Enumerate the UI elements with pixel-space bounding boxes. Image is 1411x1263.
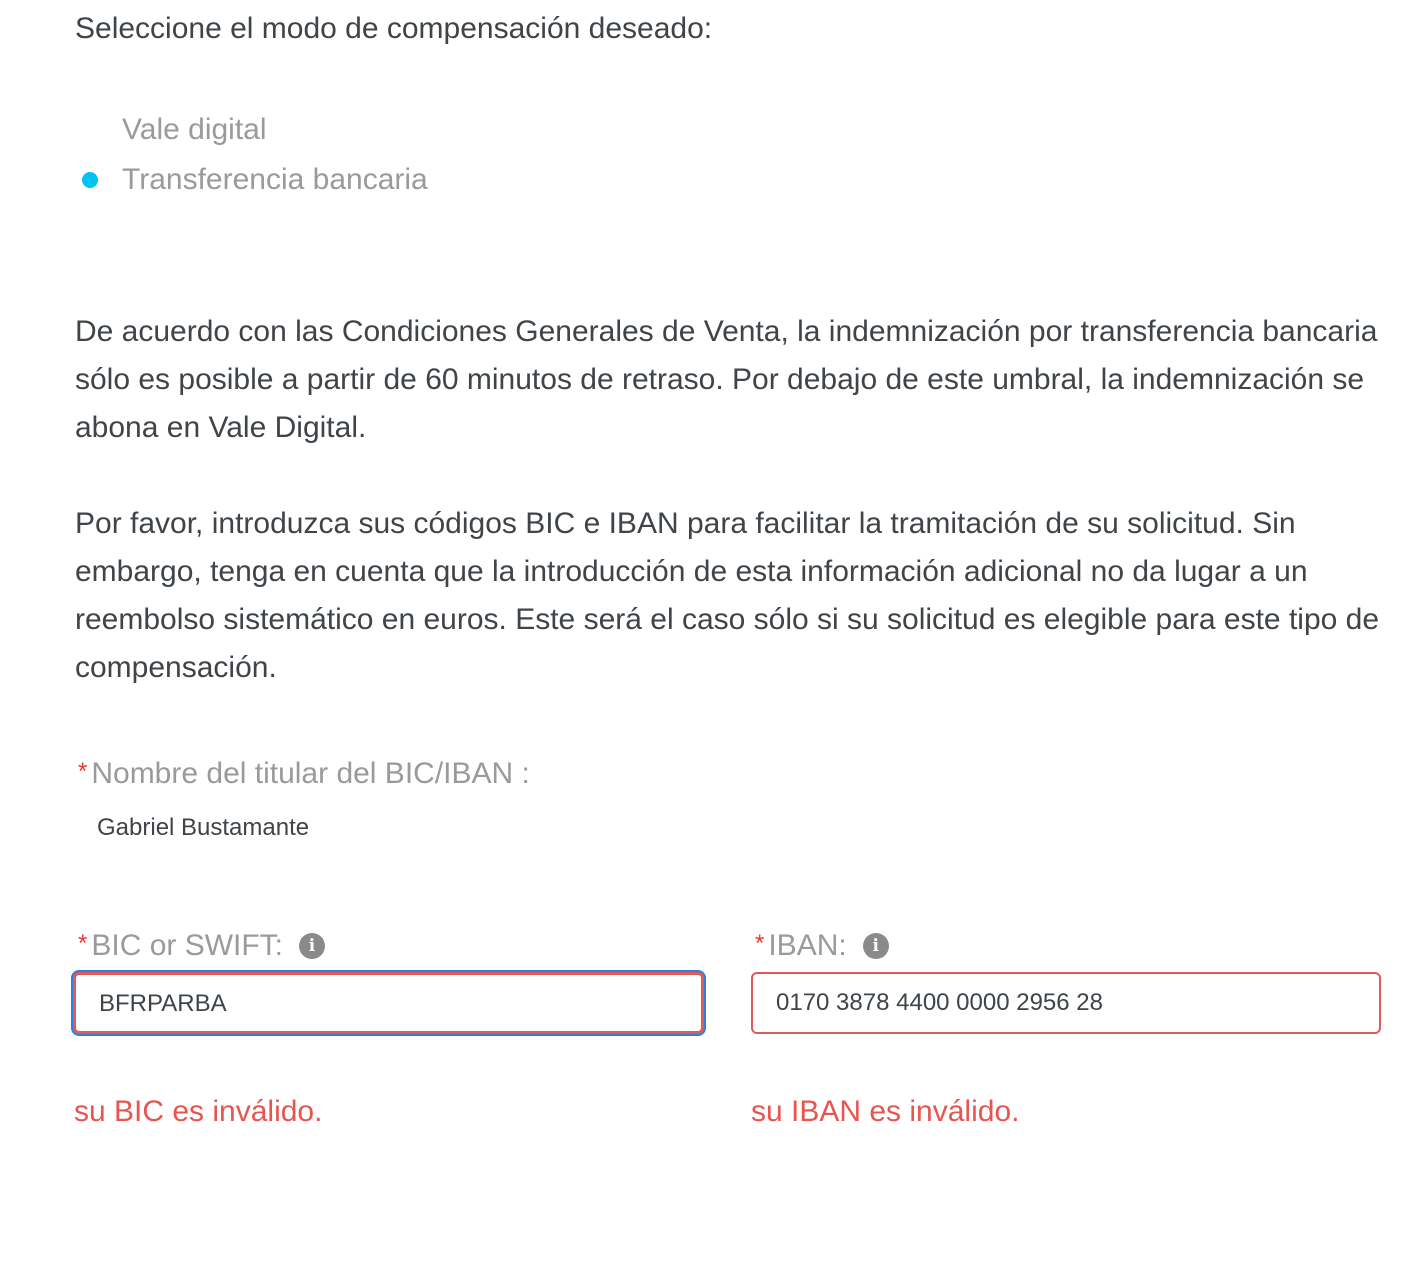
- option-label: Vale digital: [122, 113, 267, 146]
- page-title: Seleccione el modo de compensación desea…: [75, 12, 713, 45]
- holder-field-label: * Nombre del titular del BIC/IBAN :: [78, 752, 530, 794]
- bic-label-text: BIC or SWIFT:: [91, 929, 284, 962]
- bic-input[interactable]: BFRPARBA: [73, 972, 704, 1034]
- iban-label-text: IBAN:: [768, 929, 847, 962]
- bic-field-label: * BIC or SWIFT: i: [78, 924, 326, 966]
- required-asterisk: *: [78, 758, 88, 785]
- info-icon[interactable]: i: [862, 933, 889, 959]
- bic-error-message: su BIC es inválido.: [74, 1095, 323, 1128]
- info-paragraph-bic-iban: Por favor, introduzca sus códigos BIC e …: [75, 507, 1380, 684]
- option-vale-digital[interactable]: Vale digital: [78, 110, 498, 150]
- option-label: Transferencia bancaria: [122, 163, 428, 196]
- info-icon[interactable]: i: [299, 933, 326, 959]
- iban-field-label: * IBAN: i: [755, 924, 889, 966]
- required-asterisk: *: [755, 930, 765, 957]
- option-transferencia-bancaria[interactable]: Transferencia bancaria: [78, 160, 498, 200]
- radio-selected-dot: [82, 172, 98, 188]
- iban-error-message: su IBAN es inválido.: [751, 1095, 1020, 1128]
- required-asterisk: *: [78, 930, 88, 957]
- radio-unselected: [82, 122, 98, 138]
- info-paragraph-conditions: De acuerdo con las Condiciones Generales…: [75, 315, 1378, 444]
- holder-name-value: Gabriel Bustamante: [97, 814, 310, 841]
- iban-input[interactable]: 0170 3878 4400 0000 2956 28: [751, 972, 1381, 1034]
- holder-label-text: Nombre del titular del BIC/IBAN :: [91, 757, 530, 790]
